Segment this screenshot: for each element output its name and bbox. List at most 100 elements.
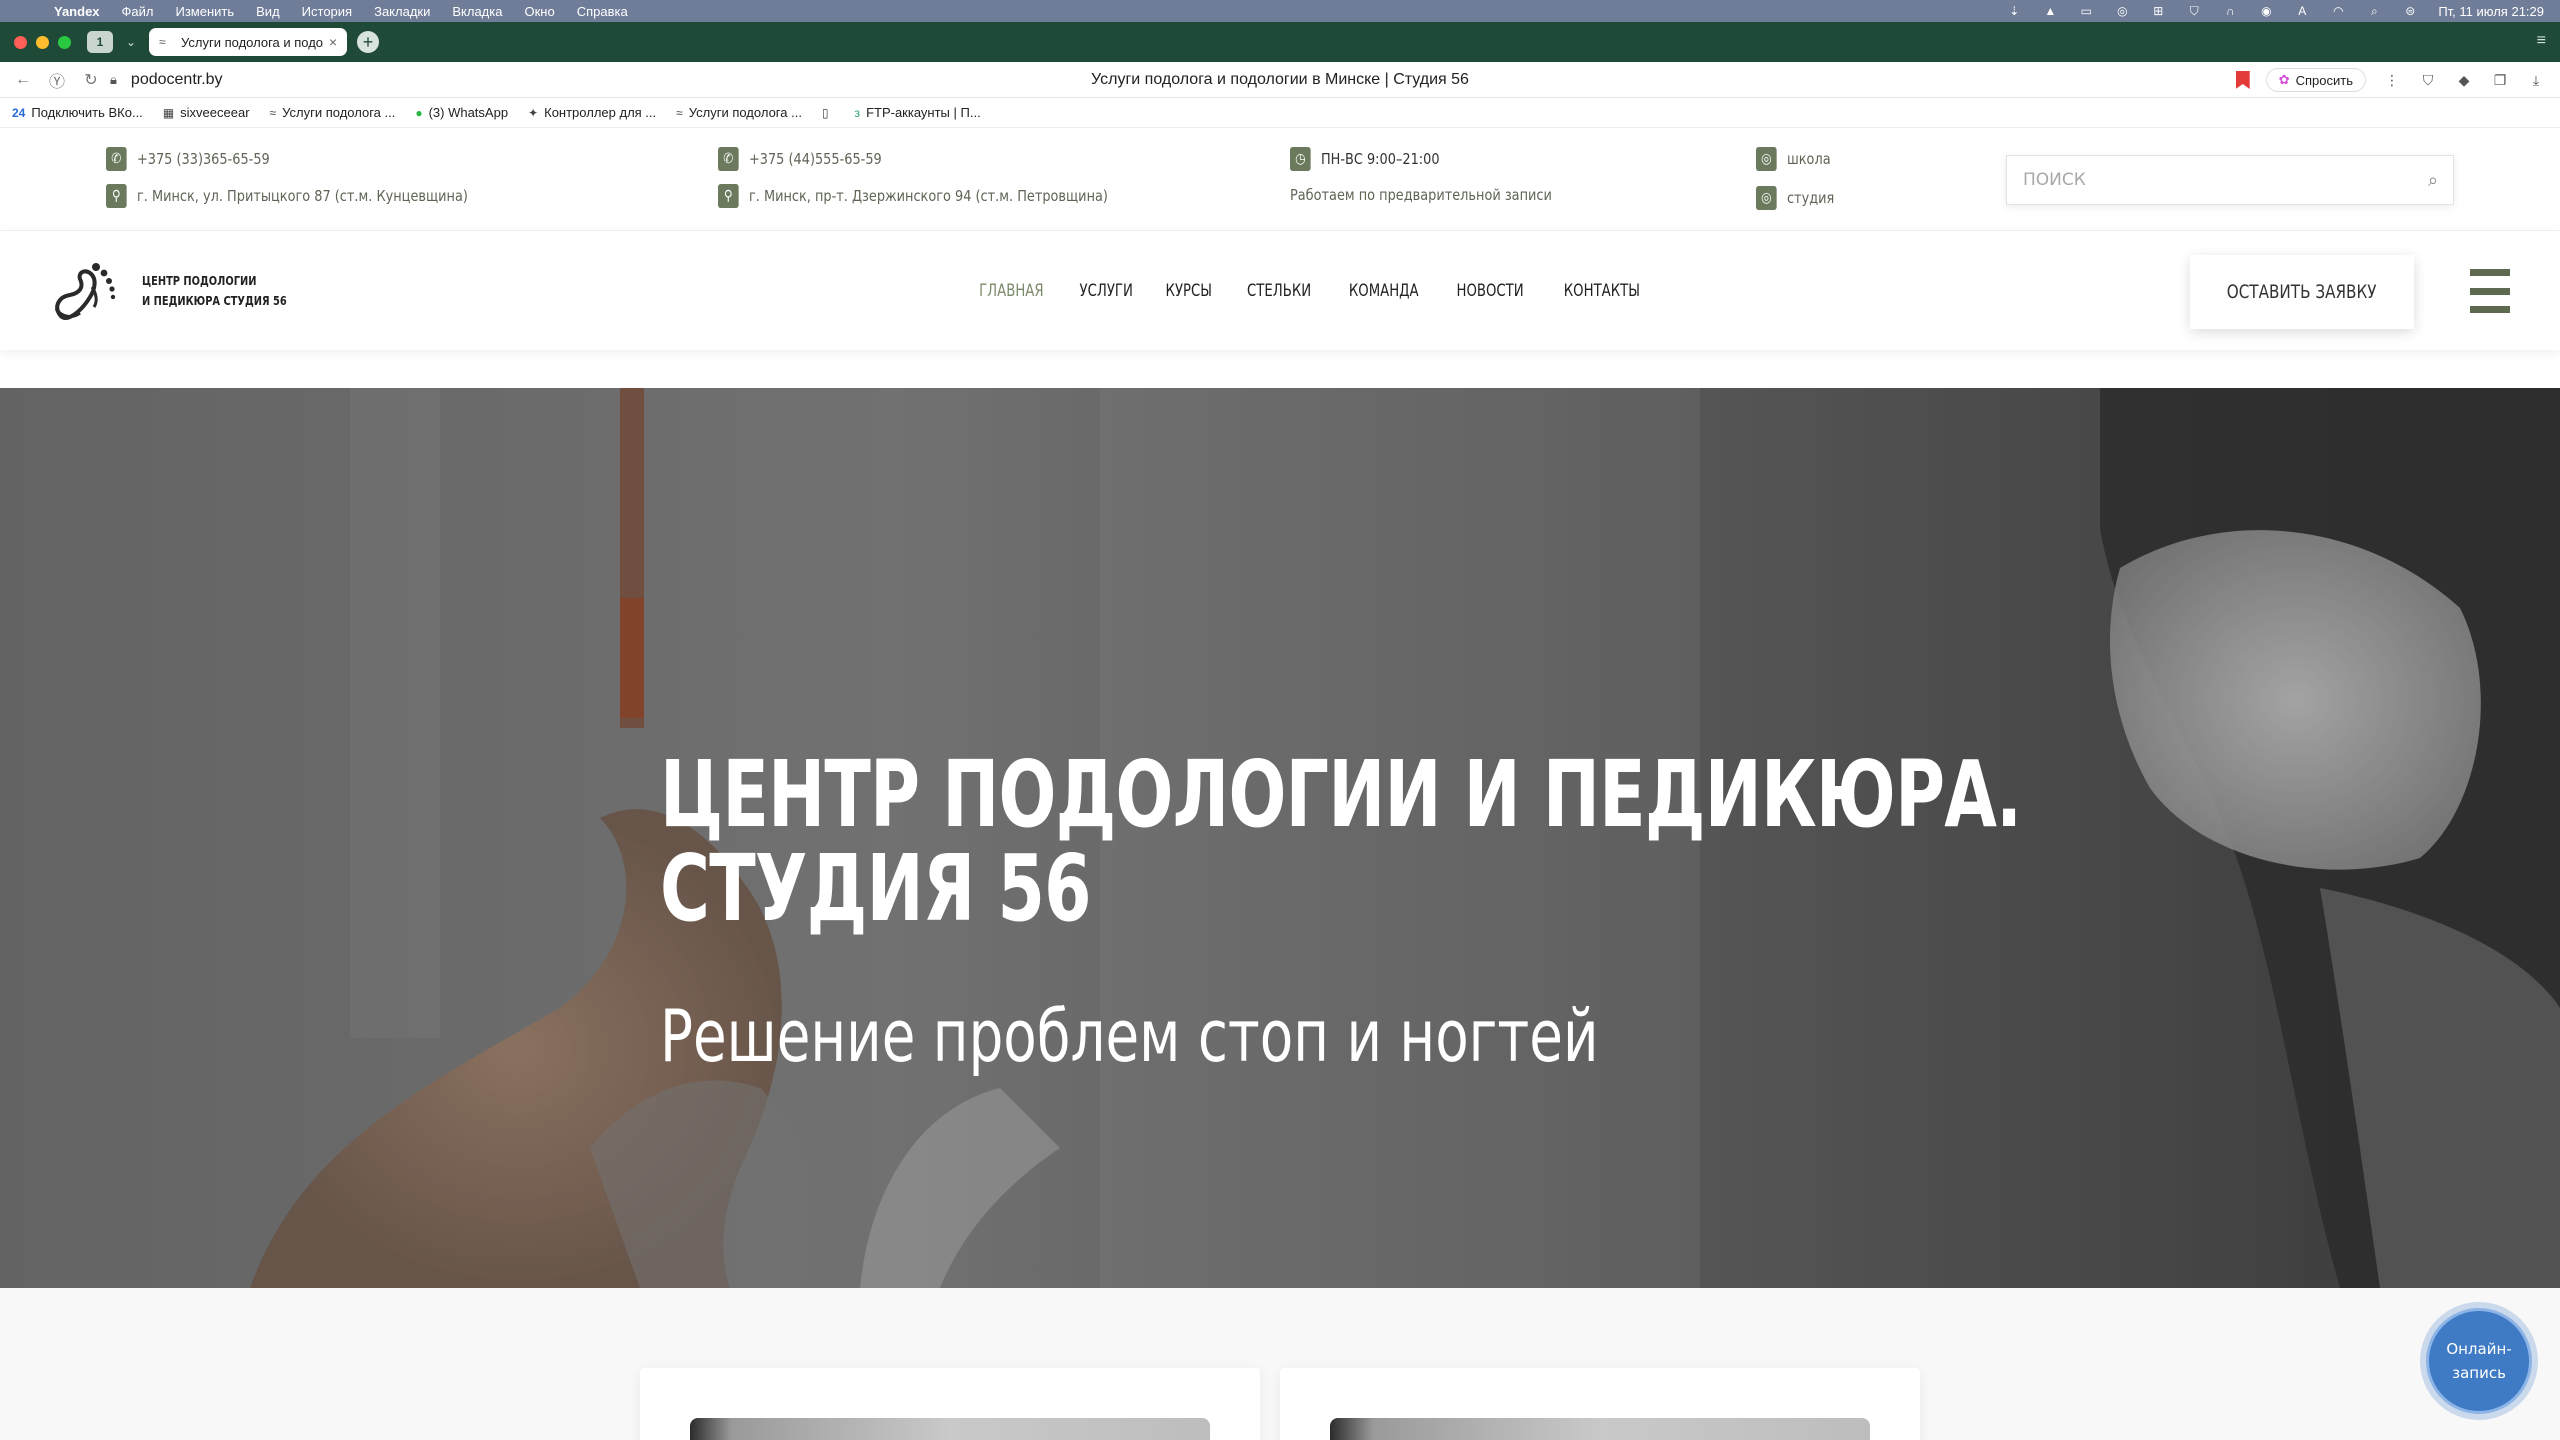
yandex-icon[interactable]: Ⓨ: [46, 69, 68, 91]
nav-contacts[interactable]: КОНТАКТЫ: [1563, 281, 1639, 301]
spotlight-search-icon[interactable]: ⌕: [2366, 4, 2382, 18]
bookmark-item[interactable]: 24 Подключить ВКо...: [12, 105, 143, 120]
sync-status-icon[interactable]: ◎: [2114, 4, 2130, 18]
display-status-icon[interactable]: ▭: [2078, 4, 2094, 18]
nav-insoles[interactable]: СТЕЛЬКИ: [1247, 281, 1311, 301]
keyboard-layout-icon[interactable]: A: [2294, 4, 2310, 18]
address-1-text: г. Минск, ул. Притыцкого 87 (ст.м. Кунце…: [136, 187, 468, 205]
vk-icon: 24: [12, 105, 26, 120]
working-hours-text: ПН-ВС 9:00–21:00: [1320, 150, 1440, 168]
online-booking-line-2: запись: [2452, 1364, 2506, 1382]
logo-text: ЦЕНТР ПОДОЛОГИИ И ПЕДИКЮРА СТУДИЯ 56: [142, 271, 287, 311]
services-section: [0, 1288, 2560, 1440]
foot-icon: ≈: [676, 105, 683, 120]
clock-icon: ◷: [1290, 147, 1311, 171]
collections-icon[interactable]: ❐: [2490, 70, 2510, 90]
bookmark-item[interactable]: ● (3) WhatsApp: [415, 105, 508, 120]
bookmark-item[interactable]: ▯: [822, 106, 835, 120]
instagram-studio-link[interactable]: ◎ студия: [1756, 186, 1834, 210]
bookmark-item[interactable]: ≈ Услуги подолога ...: [676, 105, 802, 120]
drive-status-icon[interactable]: ▲: [2042, 4, 2058, 18]
minimize-window-button[interactable]: [36, 35, 49, 49]
globe-status-icon[interactable]: ◉: [2258, 4, 2274, 18]
new-tab-button[interactable]: +: [357, 31, 379, 53]
leave-request-label: ОСТАВИТЬ ЗАЯВКУ: [2227, 281, 2377, 303]
menu-edit[interactable]: Изменить: [176, 4, 235, 19]
phone-2[interactable]: ✆ +375 (44)555-65-59: [718, 147, 882, 171]
tab-close-icon[interactable]: ×: [329, 34, 337, 50]
nav-services[interactable]: УСЛУГИ: [1079, 281, 1132, 301]
tab-menu-icon[interactable]: ≡: [2537, 32, 2546, 50]
leave-request-button[interactable]: ОСТАВИТЬ ЗАЯВКУ: [2190, 255, 2414, 329]
close-window-button[interactable]: [14, 35, 27, 49]
service-card[interactable]: [640, 1368, 1260, 1440]
menu-clock[interactable]: Пт, 11 июля 21:29: [2438, 4, 2544, 19]
reload-icon[interactable]: ↻: [80, 69, 102, 91]
bookmark-item[interactable]: ▦ sixveeceear: [163, 105, 250, 120]
nav-home[interactable]: ГЛАВНАЯ: [979, 281, 1043, 301]
online-booking-button[interactable]: Онлайн- запись: [2426, 1308, 2532, 1414]
window-status-icon[interactable]: ⊞: [2150, 4, 2166, 18]
nav-courses[interactable]: КУРСЫ: [1166, 281, 1212, 301]
url-field[interactable]: podocentr.by: [131, 71, 223, 89]
hero-title-line-2: СТУДИЯ 56: [660, 835, 1091, 942]
ask-button[interactable]: ✿ Спросить: [2265, 68, 2366, 92]
foot-icon: ≈: [269, 105, 277, 120]
address-bar-actions: ✿ Спросить ⋮ ⛉ ◆ ❐ ⤓: [2235, 68, 2546, 92]
menu-app-name[interactable]: Yandex: [54, 4, 100, 19]
address-1[interactable]: ⚲ г. Минск, ул. Притыцкого 87 (ст.м. Кун…: [106, 184, 468, 208]
address-2[interactable]: ⚲ г. Минск, пр-т. Дзержинского 94 (ст.м.…: [718, 184, 1108, 208]
working-note: Работаем по предварительной записи: [1290, 186, 1552, 204]
search-icon[interactable]: ⌕: [2413, 160, 2453, 200]
hamburger-menu-icon[interactable]: [2470, 269, 2510, 313]
hero-title-line-1: ЦЕНТР ПОДОЛОГИИ И ПЕДИКЮРА.: [660, 741, 2022, 848]
menu-window[interactable]: Окно: [524, 4, 554, 19]
tab-count-badge[interactable]: 1: [87, 31, 113, 53]
site-logo[interactable]: ЦЕНТР ПОДОЛОГИИ И ПЕДИКЮРА СТУДИЯ 56: [50, 257, 318, 325]
bookmark-item[interactable]: ≈ Услуги подолога ...: [270, 105, 396, 120]
nav-team[interactable]: КОМАНДА: [1349, 281, 1419, 301]
ask-button-label: Спросить: [2295, 72, 2353, 88]
bookmark-item[interactable]: з FTP-аккаунты | П...: [855, 105, 981, 120]
window-controls: [14, 35, 71, 49]
phone-1[interactable]: ✆ +375 (33)365-65-59: [106, 147, 270, 171]
headphones-status-icon[interactable]: ∩: [2222, 4, 2238, 18]
downloads-status-icon[interactable]: ⇣: [2006, 4, 2022, 18]
extension-icon[interactable]: ◆: [2454, 70, 2474, 90]
menu-bookmarks[interactable]: Закладки: [374, 4, 430, 19]
bookmark-item[interactable]: ✦ Контроллер для ...: [528, 105, 656, 120]
menu-file[interactable]: Файл: [122, 4, 154, 19]
site-header: ЦЕНТР ПОДОЛОГИИ И ПЕДИКЮРА СТУДИЯ 56 ГЛА…: [0, 230, 2560, 350]
menu-tab[interactable]: Вкладка: [452, 4, 502, 19]
menu-history[interactable]: История: [302, 4, 352, 19]
wifi-icon[interactable]: ◠: [2330, 4, 2346, 18]
map-pin-icon: ⚲: [106, 184, 127, 208]
download-icon[interactable]: ⤓: [2526, 70, 2546, 90]
tab-list-chevron-icon[interactable]: ⌄: [121, 31, 141, 53]
menu-view[interactable]: Вид: [256, 4, 280, 19]
more-options-icon[interactable]: ⋮: [2382, 70, 2402, 90]
service-card[interactable]: [1280, 1368, 1920, 1440]
zoom-window-button[interactable]: [58, 35, 71, 49]
control-center-icon[interactable]: ⊜: [2402, 4, 2418, 18]
lock-icon[interactable]: 🔒︎: [110, 72, 117, 88]
status-area: ⇣ ▲ ▭ ◎ ⊞ ⛉ ∩ ◉ A ◠ ⌕ ⊜ Пт, 11 июля 21:2…: [2006, 0, 2544, 22]
bookmark-label: sixveeceear: [180, 105, 250, 120]
site-icon: ▦: [162, 105, 175, 120]
controller-icon: ✦: [528, 105, 539, 120]
instagram-school-link[interactable]: ◎ школа: [1756, 147, 1831, 171]
nav-news[interactable]: НОВОСТИ: [1457, 281, 1524, 301]
search-input[interactable]: [2007, 156, 2413, 204]
bookmarks-bar: 24 Подключить ВКо... ▦ sixveeceear ≈ Услуги…: [0, 98, 2560, 128]
protect-extension-icon[interactable]: ⛉: [2418, 70, 2438, 90]
menu-help[interactable]: Справка: [577, 4, 628, 19]
bookmark-icon[interactable]: [2235, 71, 2250, 89]
contact-info-strip: ✆ +375 (33)365-65-59 ⚲ г. Минск, ул. При…: [0, 128, 2560, 230]
logo-line-1: ЦЕНТР ПОДОЛОГИИ: [142, 274, 257, 288]
active-tab[interactable]: ≈ Услуги подолога и подолог ×: [149, 28, 347, 56]
shield-status-icon[interactable]: ⛉: [2186, 4, 2202, 18]
site-search: ⌕: [2006, 155, 2454, 205]
back-arrow-icon[interactable]: ←: [12, 69, 34, 91]
service-card-image: [1330, 1418, 1870, 1440]
bookmark-label: FTP-аккаунты | П...: [866, 105, 981, 120]
